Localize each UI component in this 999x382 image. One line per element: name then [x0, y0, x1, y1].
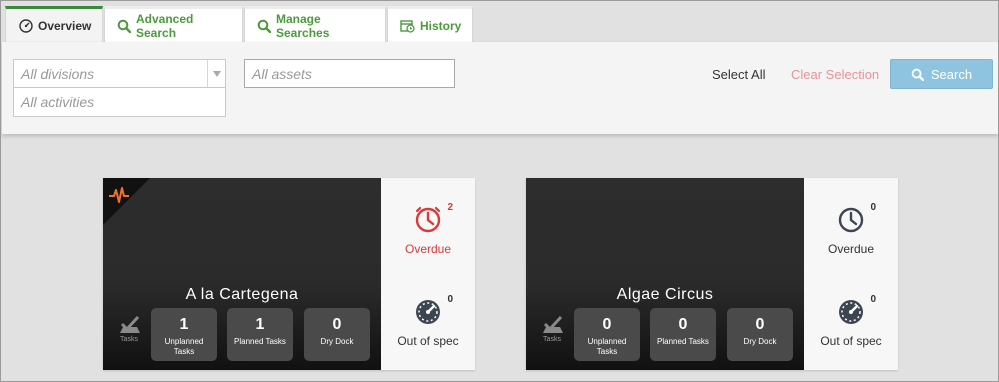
out-of-spec-count: 0: [870, 294, 876, 305]
out-of-spec-indicator[interactable]: 0 Out of spec: [804, 294, 898, 348]
filter-panel: All divisions All activities All assets …: [2, 42, 998, 134]
search-button-label: Search: [930, 66, 973, 82]
tasks-label: Tasks: [120, 336, 138, 343]
clear-selection-link[interactable]: Clear Selection: [791, 67, 879, 82]
planned-tasks-tile[interactable]: 1 Planned Tasks: [227, 308, 293, 361]
tab-label: Manage Searches: [276, 11, 330, 40]
assets-placeholder: All assets: [252, 66, 312, 82]
asset-card-body: Algae Circus Tasks 0 Unplanned Tasks 0 Pl…: [526, 178, 804, 370]
asset-name: Algae Circus: [616, 286, 714, 303]
gauge-icon: [837, 300, 865, 330]
unplanned-label-1: Unplanned: [587, 337, 627, 346]
gauge-icon: [414, 300, 442, 330]
clock-icon: [837, 207, 865, 238]
planned-count: 1: [255, 316, 265, 333]
overview-page: Overview Advanced Search Manage Searches…: [0, 0, 999, 382]
search-icon: [257, 19, 271, 33]
divisions-select[interactable]: All divisions: [13, 59, 226, 88]
asset-name: A la Cartegena: [185, 286, 299, 303]
dry-dock-label: Dry Dock: [320, 337, 354, 346]
asset-card-body: A la Cartegena Tasks 1 Unplanned Tasks 1 …: [103, 178, 381, 370]
unplanned-label-1: Unplanned: [164, 337, 204, 346]
tab-label: History: [420, 18, 462, 33]
planned-count: 0: [678, 316, 688, 333]
out-of-spec-count: 0: [447, 294, 453, 305]
dry-dock-label: Dry Dock: [743, 337, 777, 346]
dry-dock-count: 0: [755, 316, 765, 333]
overdue-count: 0: [870, 202, 876, 213]
search-icon: [911, 68, 924, 81]
tab-label: Overview: [38, 18, 92, 33]
divisions-placeholder: All divisions: [21, 66, 95, 82]
overdue-label: Overdue: [827, 242, 875, 256]
tab-label: Advanced Search: [136, 11, 194, 40]
planned-label: Planned Tasks: [234, 337, 286, 346]
clock-icon: [414, 206, 442, 238]
assets-input[interactable]: All assets: [244, 59, 455, 88]
unplanned-label-2: Tasks: [173, 347, 195, 356]
asset-card[interactable]: A la Cartegena Tasks 1 Unplanned Tasks 1 …: [103, 178, 475, 370]
select-all-link[interactable]: Select All: [712, 67, 765, 82]
chevron-down-icon[interactable]: [207, 60, 225, 87]
activities-placeholder: All activities: [21, 94, 95, 110]
overdue-indicator[interactable]: 0 Overdue: [804, 202, 898, 256]
unplanned-label-2: Tasks: [596, 347, 618, 356]
planned-label: Planned Tasks: [657, 337, 709, 346]
search-button[interactable]: Search: [890, 59, 993, 89]
activities-select[interactable]: All activities: [13, 87, 226, 117]
tasks-label: Tasks: [543, 336, 561, 343]
tab-advanced-search[interactable]: Advanced Search: [104, 6, 243, 42]
status-panel: 2 Overdue 0 Out of spec: [381, 178, 475, 370]
overdue-count: 2: [447, 202, 453, 213]
out-of-spec-label: Out of spec: [397, 334, 459, 348]
unplanned-count: 1: [179, 316, 189, 333]
out-of-spec-label: Out of spec: [820, 334, 882, 348]
tab-history[interactable]: History: [387, 6, 473, 42]
gauge-icon: [19, 18, 33, 33]
unplanned-count: 0: [602, 316, 612, 333]
dry-dock-tile[interactable]: 0 Dry Dock: [727, 308, 793, 361]
dry-dock-tile[interactable]: 0 Dry Dock: [304, 308, 370, 361]
pulse-icon: [108, 186, 130, 209]
unplanned-tasks-tile[interactable]: 1 Unplanned Tasks: [151, 308, 217, 361]
dry-dock-count: 0: [332, 316, 342, 333]
planned-tasks-tile[interactable]: 0 Planned Tasks: [650, 308, 716, 361]
search-icon: [117, 19, 131, 33]
tab-manage-searches[interactable]: Manage Searches: [244, 6, 386, 42]
asset-card[interactable]: Algae Circus Tasks 0 Unplanned Tasks 0 Pl…: [526, 178, 898, 370]
overdue-label: Overdue: [404, 242, 452, 256]
overdue-indicator[interactable]: 2 Overdue: [381, 202, 475, 256]
calendar-clock-icon: [400, 19, 415, 33]
unplanned-tasks-tile[interactable]: 0 Unplanned Tasks: [574, 308, 640, 361]
tab-bar: Overview Advanced Search Manage Searches…: [5, 6, 474, 42]
status-panel: 0 Overdue 0 Out of spec: [804, 178, 898, 370]
tab-overview[interactable]: Overview: [5, 6, 103, 42]
out-of-spec-indicator[interactable]: 0 Out of spec: [381, 294, 475, 348]
